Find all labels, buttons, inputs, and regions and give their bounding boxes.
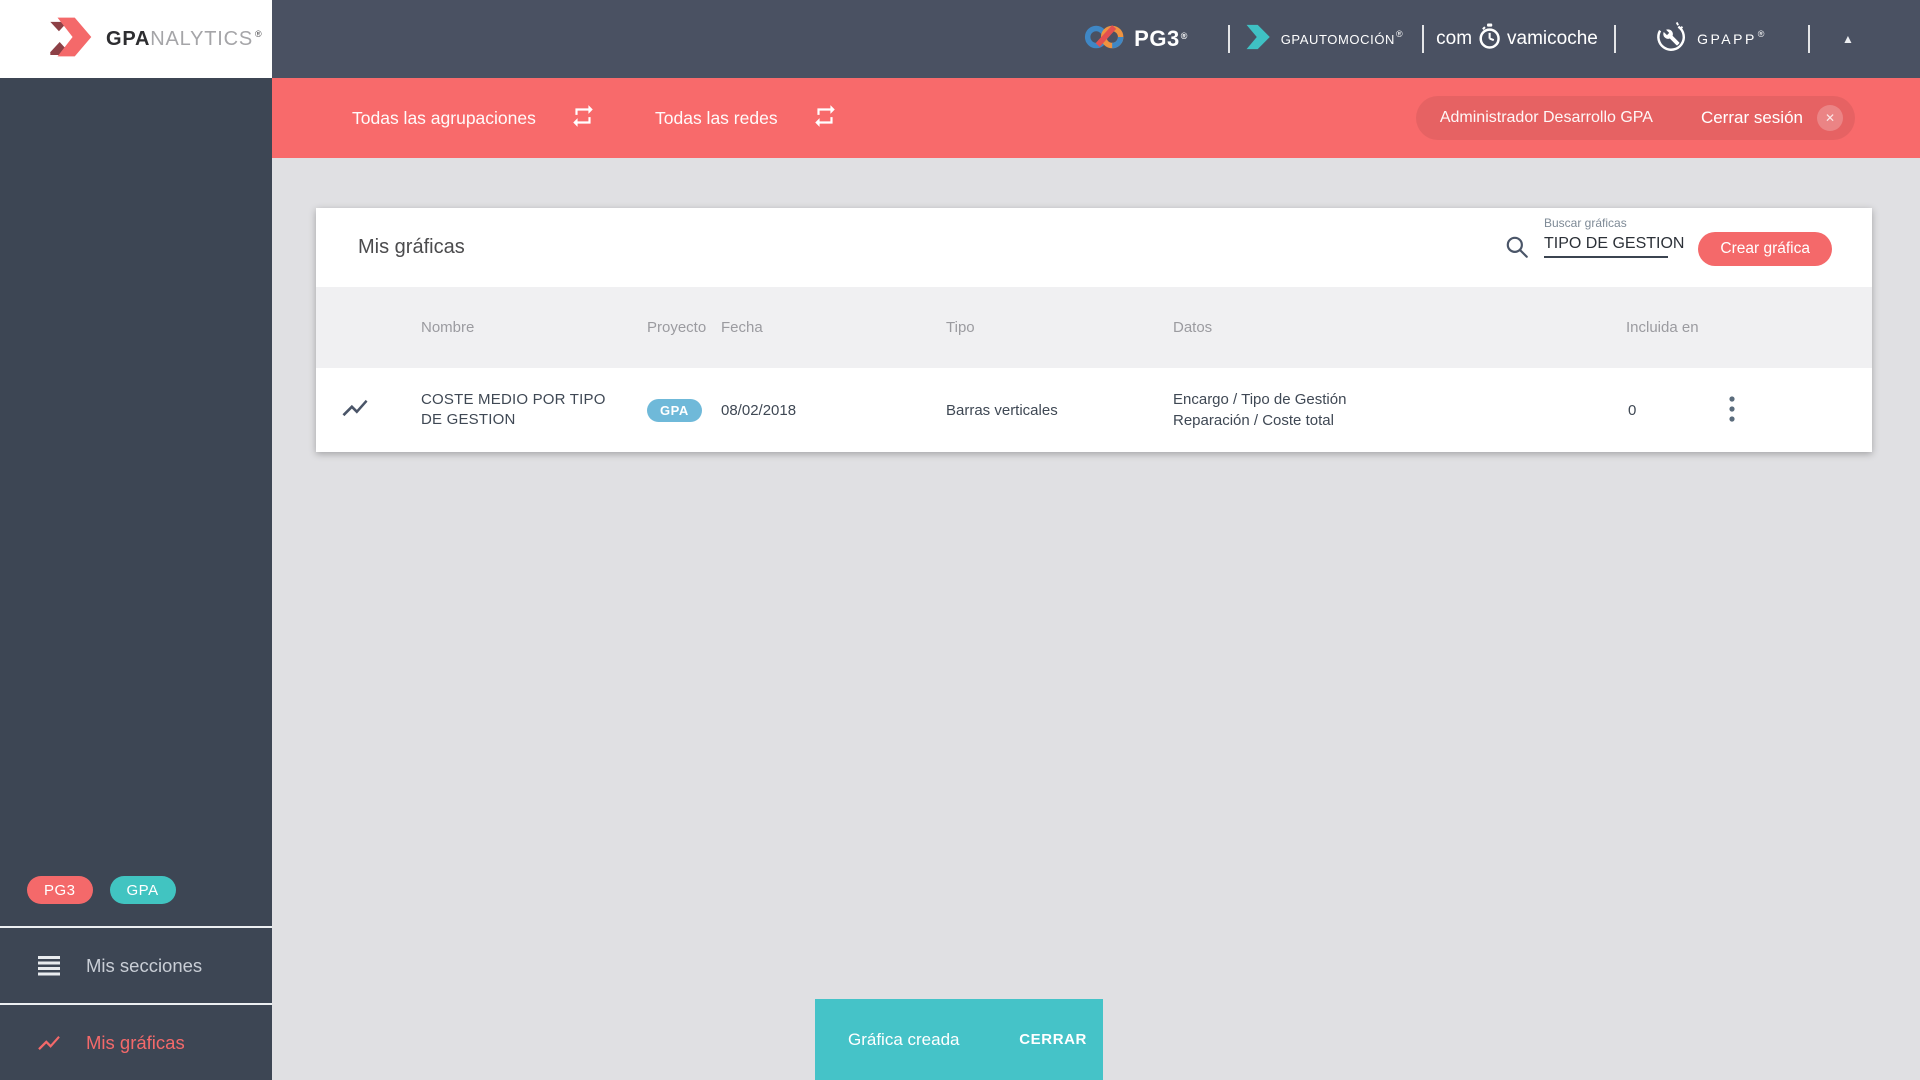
registered-mark: ® xyxy=(1396,28,1404,39)
snackbar-message: Gráfica creada xyxy=(848,1029,960,1049)
collapse-header-button[interactable]: ▲ xyxy=(1842,0,1854,78)
search-input[interactable]: Buscar gráficas TIPO DE GESTION xyxy=(1544,216,1684,258)
comvamicoche-brand-link[interactable]: com vamicoche xyxy=(1436,0,1598,78)
col-header-incluida: Incluida en xyxy=(1626,319,1699,336)
header-divider xyxy=(1614,25,1616,53)
sidebar-bottom: PG3 GPA Mis secciones Mis gráficas xyxy=(0,876,272,1080)
col-header-proyecto: Proyecto xyxy=(647,319,707,336)
header-divider xyxy=(1228,25,1230,53)
row-type: Barras verticales xyxy=(946,401,1058,419)
logout-close-icon[interactable]: ✕ xyxy=(1817,105,1843,131)
page-title: Mis gráficas xyxy=(358,236,465,258)
networks-filter-label: Todas las redes xyxy=(655,107,778,128)
line-chart-icon xyxy=(34,1030,64,1056)
top-header: GPANALYTICS ® PG3® GPAUTOMOCIÓN® com vam… xyxy=(0,0,1920,78)
gpapp-brand-link[interactable]: GPAPP® xyxy=(1655,0,1767,78)
filter-bar: Todas las agrupaciones Todas las redes A… xyxy=(272,78,1920,158)
logo-text-light: NALYTICS xyxy=(150,27,253,50)
registered-mark: ® xyxy=(1757,29,1767,39)
project-badge: GPA xyxy=(647,398,702,422)
col-header-datos: Datos xyxy=(1173,319,1213,336)
groupings-filter-label: Todas las agrupaciones xyxy=(352,107,536,128)
row-data-fields: Encargo / Tipo de Gestión Reparación / C… xyxy=(1173,389,1626,431)
create-chart-button[interactable]: Crear gráfica xyxy=(1698,232,1832,266)
brand-logo-text: GPANALYTICS ® xyxy=(106,28,262,51)
table-row[interactable]: COSTE MEDIO POR TIPO DE GESTION GPA 08/0… xyxy=(316,368,1872,452)
hamburger-icon xyxy=(34,955,64,976)
sidebar-item-graficas[interactable]: Mis gráficas xyxy=(0,1003,272,1080)
registered-mark: ® xyxy=(254,28,263,39)
gpautomocion-brand-link[interactable]: GPAUTOMOCIÓN® xyxy=(1245,0,1404,78)
swap-icon xyxy=(570,103,596,134)
chart-type-icon xyxy=(316,393,421,427)
app-screen: GPANALYTICS ® PG3® GPAUTOMOCIÓN® com vam… xyxy=(0,0,1920,1080)
sidebar-item-secciones[interactable]: Mis secciones xyxy=(0,926,272,1003)
comvamicoche-prefix: com xyxy=(1436,28,1473,49)
sidebar-item-label: Mis gráficas xyxy=(86,1031,185,1053)
col-header-tipo: Tipo xyxy=(946,319,975,336)
sidebar-item-label: Mis secciones xyxy=(86,954,203,976)
logged-user-name: Administrador Desarrollo GPA xyxy=(1439,109,1653,126)
col-header-fecha: Fecha xyxy=(721,319,763,336)
gpapp-wrench-icon xyxy=(1655,19,1687,60)
brand-logo[interactable]: GPANALYTICS ® xyxy=(0,0,272,78)
stopwatch-icon xyxy=(1477,23,1502,55)
pg3-infinity-icon xyxy=(1084,21,1124,58)
kebab-menu-icon[interactable] xyxy=(1719,390,1745,430)
card-header: Mis gráficas Buscar gráficas TIPO DE GES… xyxy=(316,208,1872,287)
gpa-arrow-logo-icon xyxy=(46,15,92,64)
logout-button[interactable]: Cerrar sesión xyxy=(1701,108,1803,128)
registered-mark: ® xyxy=(1180,31,1188,41)
row-chart-name: COSTE MEDIO POR TIPO DE GESTION xyxy=(421,391,606,428)
row-project-cell: GPA xyxy=(647,398,721,422)
pg3-badge[interactable]: PG3 xyxy=(27,876,93,904)
gpautomocion-arrow-icon xyxy=(1245,24,1271,55)
pg3-brand-link[interactable]: PG3® xyxy=(1084,0,1188,78)
networks-filter[interactable]: Todas las redes xyxy=(655,78,838,158)
snackbar: Gráfica creada CERRAR xyxy=(815,999,1103,1080)
charts-card: Mis gráficas Buscar gráficas TIPO DE GES… xyxy=(316,208,1872,452)
app-badges: PG3 GPA xyxy=(0,876,272,926)
table-header: Nombre Proyecto Fecha Tipo Datos Incluid… xyxy=(316,287,1872,368)
comvamicoche-suffix: vamicoche xyxy=(1507,28,1598,49)
gpautomocion-label: GPAUTOMOCIÓN® xyxy=(1280,28,1404,47)
header-divider xyxy=(1808,25,1810,53)
chevron-up-icon: ▲ xyxy=(1842,32,1854,46)
row-included-count: 0 xyxy=(1628,401,1637,419)
groupings-filter[interactable]: Todas las agrupaciones xyxy=(352,78,596,158)
row-actions-cell xyxy=(1719,390,1872,430)
logo-text-bold: GPA xyxy=(106,27,151,50)
swap-icon xyxy=(812,103,838,134)
gpa-badge[interactable]: GPA xyxy=(109,876,176,904)
search-icon[interactable] xyxy=(1504,234,1530,265)
row-date: 08/02/2018 xyxy=(721,401,797,419)
row-data-line1: Encargo / Tipo de Gestión xyxy=(1173,391,1347,408)
search-input-value: TIPO DE GESTION xyxy=(1544,235,1684,258)
gpapp-label: GPAPP® xyxy=(1697,29,1767,47)
row-data-line2: Reparación / Coste total xyxy=(1173,412,1334,429)
snackbar-close-button[interactable]: CERRAR xyxy=(1019,1031,1087,1048)
header-divider xyxy=(1422,25,1424,53)
search-input-label: Buscar gráficas xyxy=(1544,216,1627,230)
pg3-label: PG3® xyxy=(1134,26,1188,51)
sidebar: PG3 GPA Mis secciones Mis gráficas xyxy=(0,78,272,1080)
session-pill: Administrador Desarrollo GPA Cerrar sesi… xyxy=(1415,96,1855,140)
col-header-nombre: Nombre xyxy=(421,319,475,336)
